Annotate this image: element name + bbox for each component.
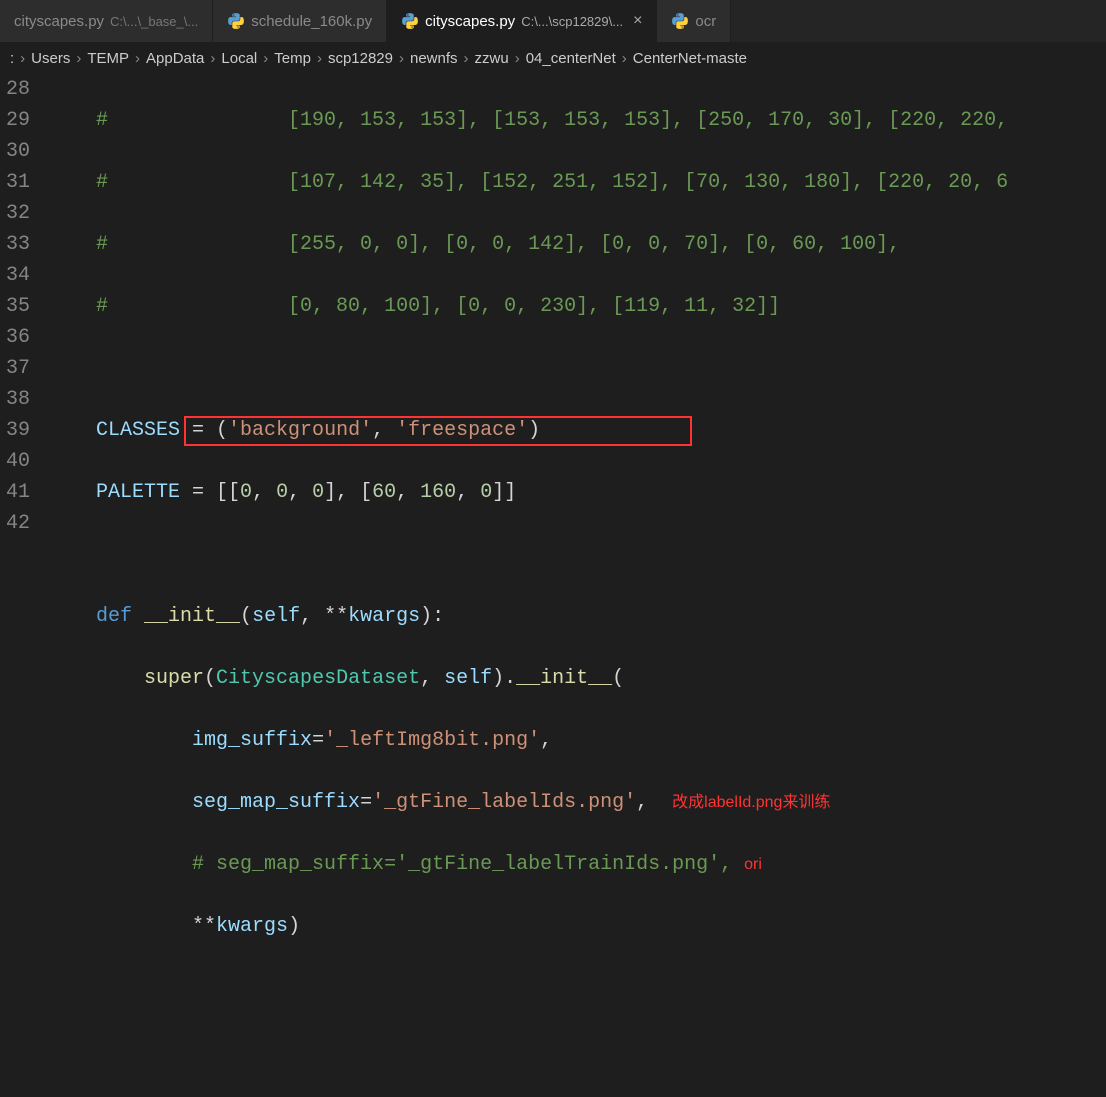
- chevron-right-icon: ›: [317, 50, 322, 67]
- close-icon[interactable]: ×: [633, 12, 642, 30]
- chevron-right-icon: ›: [399, 50, 404, 67]
- line-number: 41: [0, 477, 30, 508]
- line-number: 42: [0, 508, 30, 539]
- chevron-right-icon: ›: [263, 50, 268, 67]
- line-number-gutter: 28 29 30 31 32 33 34 35 36 37 38 39 40 4…: [0, 74, 48, 560]
- crumb[interactable]: TEMP: [87, 50, 129, 67]
- file-label: schedule_160k.py: [251, 13, 372, 30]
- line-number: 29: [0, 105, 30, 136]
- chevron-right-icon: ›: [210, 50, 215, 67]
- code-line[interactable]: img_suffix='_leftImg8bit.png',: [48, 725, 1106, 756]
- chevron-right-icon: ›: [20, 50, 25, 67]
- python-icon: [671, 12, 689, 30]
- code-line[interactable]: [48, 353, 1106, 384]
- crumb[interactable]: AppData: [146, 50, 204, 67]
- tab-ocr[interactable]: ocr: [657, 0, 731, 42]
- line-number: 39: [0, 415, 30, 446]
- crumb[interactable]: 04_centerNet: [526, 50, 616, 67]
- line-number: 40: [0, 446, 30, 477]
- file-label: ocr: [695, 13, 716, 30]
- crumb[interactable]: zzwu: [475, 50, 509, 67]
- crumb[interactable]: Temp: [274, 50, 311, 67]
- line-number: 34: [0, 260, 30, 291]
- code-line[interactable]: [48, 539, 1106, 570]
- code-line[interactable]: def __init__(self, **kwargs):: [48, 601, 1106, 632]
- file-label: cityscapes.py: [425, 13, 515, 30]
- breadcrumb[interactable]: : › Users › TEMP › AppData › Local › Temp › sc…: [0, 42, 1106, 74]
- python-icon: [401, 12, 419, 30]
- crumb[interactable]: Users: [31, 50, 70, 67]
- python-icon: [227, 12, 245, 30]
- chevron-right-icon: ›: [76, 50, 81, 67]
- crumb[interactable]: Local: [221, 50, 257, 67]
- crumb[interactable]: :: [10, 50, 14, 67]
- annotation: 改成labelId.png来训练: [672, 794, 830, 811]
- line-number: 35: [0, 291, 30, 322]
- chevron-right-icon: ›: [622, 50, 627, 67]
- annotation: ori: [744, 856, 762, 873]
- code-line[interactable]: **kwargs): [48, 911, 1106, 942]
- crumb[interactable]: CenterNet-maste: [633, 50, 747, 67]
- code-line[interactable]: # [190, 153, 153], [153, 153, 153], [250…: [48, 105, 1106, 136]
- code-line[interactable]: # [255, 0, 0], [0, 0, 142], [0, 0, 70], …: [48, 229, 1106, 260]
- chevron-right-icon: ›: [464, 50, 469, 67]
- code-line[interactable]: CLASSES = ('background', 'freespace'): [48, 415, 1106, 446]
- crumb[interactable]: scp12829: [328, 50, 393, 67]
- code-area[interactable]: # [190, 153, 153], [153, 153, 153], [250…: [48, 74, 1106, 560]
- line-number: 30: [0, 136, 30, 167]
- code-line[interactable]: [48, 973, 1106, 1004]
- editor[interactable]: 28 29 30 31 32 33 34 35 36 37 38 39 40 4…: [0, 74, 1106, 560]
- tab-cityscapes-base[interactable]: cityscapes.py C:\...\_base_\...: [0, 0, 213, 42]
- code-line[interactable]: # seg_map_suffix='_gtFine_labelTrainIds.…: [48, 849, 1106, 880]
- line-number: 28: [0, 74, 30, 105]
- chevron-right-icon: ›: [515, 50, 520, 67]
- chevron-right-icon: ›: [135, 50, 140, 67]
- crumb[interactable]: newnfs: [410, 50, 458, 67]
- code-line[interactable]: PALETTE = [[0, 0, 0], [60, 160, 0]]: [48, 477, 1106, 508]
- code-line[interactable]: seg_map_suffix='_gtFine_labelIds.png', 改…: [48, 787, 1106, 818]
- line-number: 36: [0, 322, 30, 353]
- line-number: 31: [0, 167, 30, 198]
- code-line[interactable]: # [107, 142, 35], [152, 251, 152], [70, …: [48, 167, 1106, 198]
- line-number: 32: [0, 198, 30, 229]
- tab-cityscapes-scp[interactable]: cityscapes.py C:\...\scp12829\... ×: [387, 0, 657, 42]
- code-line[interactable]: # [0, 80, 100], [0, 0, 230], [119, 11, 3…: [48, 291, 1106, 322]
- tab-schedule-160k[interactable]: schedule_160k.py: [213, 0, 387, 42]
- code-line[interactable]: super(CityscapesDataset, self).__init__(: [48, 663, 1106, 694]
- tab-detail: C:\...\_base_\...: [110, 14, 198, 29]
- editor-tabs: cityscapes.py C:\...\_base_\... schedule…: [0, 0, 1106, 42]
- file-label: cityscapes.py: [14, 13, 104, 30]
- line-number: 38: [0, 384, 30, 415]
- tab-detail: C:\...\scp12829\...: [521, 14, 623, 29]
- line-number: 33: [0, 229, 30, 260]
- line-number: 37: [0, 353, 30, 384]
